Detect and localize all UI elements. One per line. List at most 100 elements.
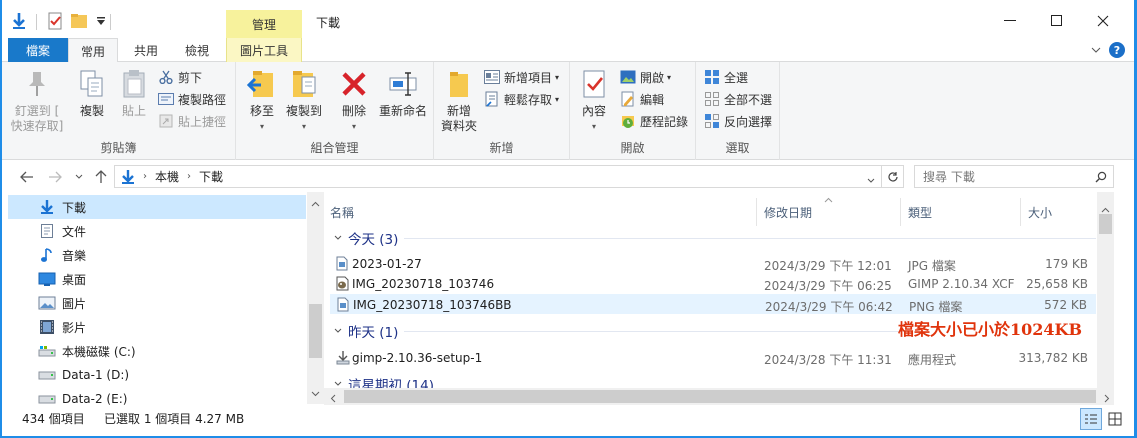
details-view-icon[interactable] xyxy=(1080,408,1102,430)
rename-button[interactable]: 重新命名 xyxy=(376,68,430,119)
nav-item-desktop[interactable]: 桌面 xyxy=(8,267,306,291)
file-row-xcf[interactable]: IMG_20230718_103746 2024/3/29 下午 06:25 G… xyxy=(330,274,1096,294)
properties-button[interactable]: 內容 ▾ xyxy=(576,68,612,134)
group-label-new: 新增 xyxy=(489,141,514,155)
nav-scrollbar[interactable] xyxy=(307,192,324,404)
customize-qa-icon[interactable] xyxy=(90,10,112,32)
select-none-button[interactable]: 全部不選 xyxy=(704,89,772,109)
horizontal-scrollbar[interactable] xyxy=(324,388,1114,405)
scroll-right-icon[interactable] xyxy=(1104,392,1110,406)
large-icons-view-icon[interactable] xyxy=(1104,408,1126,430)
new-folder-button[interactable]: 新增 資料夾 xyxy=(438,68,480,134)
new-item-button[interactable]: 新增項目 ▾ xyxy=(484,67,559,87)
file-row-png-selected[interactable]: IMG_20230718_103746BB 2024/3/29 下午 06:42… xyxy=(330,294,1096,314)
item-count: 434 個項目 xyxy=(22,412,85,426)
title-bar: 管理 下載 xyxy=(2,0,1134,38)
group-header-yesterday[interactable]: 昨天 (1) xyxy=(334,321,398,341)
pin-quick-access-button[interactable]: 釘選到 [ 快速存取] xyxy=(4,68,70,134)
cut-button[interactable]: 剪下 xyxy=(158,67,202,87)
file-list: 名稱 修改日期 類型 大小 今天 (3) 2023-01-27 2024/3/2… xyxy=(324,192,1114,392)
music-icon xyxy=(38,246,56,264)
scroll-down-icon[interactable] xyxy=(311,386,320,400)
new-folder-qa-icon[interactable] xyxy=(68,10,90,32)
history-icon xyxy=(620,113,636,129)
group-label-select: 選取 xyxy=(725,141,750,155)
copy-path-button[interactable]: 複製路徑 xyxy=(158,89,226,109)
manage-context-tab[interactable]: 管理 xyxy=(226,10,302,38)
easy-access-icon xyxy=(484,91,500,107)
group-label-organize: 組合管理 xyxy=(310,141,359,155)
nav-item-videos[interactable]: 影片 xyxy=(8,315,306,339)
scroll-left-icon[interactable] xyxy=(330,392,336,406)
recent-locations-icon[interactable] xyxy=(70,169,88,185)
forward-arrow-icon[interactable] xyxy=(46,169,64,185)
nav-scroll-thumb[interactable] xyxy=(309,304,322,358)
invert-selection-button[interactable]: 反向選擇 xyxy=(704,111,772,131)
move-to-button[interactable]: 移至 ▾ xyxy=(244,68,280,134)
svg-text:?: ? xyxy=(1114,44,1120,57)
tab-home[interactable]: 常用 xyxy=(68,38,118,63)
nav-item-drive-c[interactable]: 本機磁碟 (C:) xyxy=(8,339,306,363)
edit-button[interactable]: 編輯 xyxy=(620,89,664,109)
tab-view[interactable]: 檢視 xyxy=(172,38,222,62)
videos-icon xyxy=(38,318,56,336)
tab-share[interactable]: 共用 xyxy=(122,38,170,62)
properties-check-icon xyxy=(578,68,610,100)
easy-access-button[interactable]: 輕鬆存取 ▾ xyxy=(484,89,559,109)
ribbon-collapse-icon[interactable] xyxy=(1086,38,1106,62)
nav-item-downloads[interactable]: 下載 xyxy=(8,195,306,219)
delete-button[interactable]: 刪除 ▾ xyxy=(334,68,374,134)
horizontal-scroll-thumb[interactable] xyxy=(344,390,1096,403)
scroll-up-icon[interactable] xyxy=(311,196,320,210)
nav-item-music[interactable]: 音樂 xyxy=(8,243,306,267)
up-arrow-icon[interactable] xyxy=(92,169,110,185)
address-dropdown-icon[interactable] xyxy=(867,173,875,187)
column-header-name[interactable]: 名稱 xyxy=(330,200,354,224)
breadcrumb-this-pc[interactable]: 本機 xyxy=(155,168,179,185)
properties-qa-icon[interactable] xyxy=(44,10,66,32)
nav-item-pictures[interactable]: 圖片 xyxy=(8,291,306,315)
search-input[interactable]: 搜尋 下載 xyxy=(914,165,1114,188)
download-icon xyxy=(38,198,56,216)
content-scroll-thumb[interactable] xyxy=(1099,214,1112,234)
content-scrollbar[interactable] xyxy=(1097,192,1114,388)
address-bar[interactable]: › 本機 › 下載 xyxy=(114,165,904,188)
column-header-type[interactable]: 類型 xyxy=(908,200,932,224)
new-item-icon xyxy=(484,69,500,85)
maximize-button[interactable] xyxy=(1034,8,1080,34)
paste-button[interactable]: 貼上 xyxy=(116,68,152,119)
tab-picture-tools[interactable]: 圖片工具 xyxy=(226,38,302,62)
copy-to-icon xyxy=(288,68,320,100)
navigation-pane: 下載 文件 音樂 桌面 圖片 影片 本機磁碟 (C:) Data-1 (D:) … xyxy=(2,192,324,406)
nav-item-drive-d[interactable]: Data-1 (D:) xyxy=(8,363,306,387)
copy-to-button[interactable]: 複製到 ▾ xyxy=(284,68,324,134)
history-button[interactable]: 歷程記錄 xyxy=(620,111,688,131)
back-arrow-icon[interactable] xyxy=(18,169,36,185)
tab-file[interactable]: 檔案 xyxy=(8,38,68,62)
breadcrumb-separator-icon: › xyxy=(187,171,192,182)
close-button[interactable] xyxy=(1080,8,1126,34)
file-row-gimp-setup[interactable]: gimp-2.10.36-setup-1 2024/3/28 下午 11:31 … xyxy=(330,348,1096,368)
column-header-date[interactable]: 修改日期 xyxy=(764,200,812,224)
pictures-icon xyxy=(38,294,56,312)
group-header-today[interactable]: 今天 (3) xyxy=(334,228,398,248)
file-row-2023-01-27[interactable]: 2023-01-27 2024/3/29 下午 12:01 JPG 檔案 179… xyxy=(330,254,1096,274)
refresh-icon[interactable] xyxy=(881,166,903,187)
select-all-icon xyxy=(704,69,720,85)
help-icon[interactable]: ? xyxy=(1108,38,1126,62)
sort-chevron-icon xyxy=(824,192,833,206)
breadcrumb-downloads[interactable]: 下載 xyxy=(199,168,223,185)
open-button[interactable]: 開啟 ▾ xyxy=(620,67,671,87)
download-arrow-icon[interactable] xyxy=(8,10,30,32)
minimize-button[interactable] xyxy=(987,8,1033,34)
copy-button[interactable]: 複製 xyxy=(74,68,110,119)
ribbon-tabs: 檔案 常用 共用 檢視 圖片工具 ? xyxy=(2,38,1134,63)
column-header-size[interactable]: 大小 xyxy=(1028,200,1052,224)
gimp-xcf-file-icon xyxy=(336,276,350,292)
move-to-icon xyxy=(246,68,278,100)
select-all-button[interactable]: 全選 xyxy=(704,67,748,87)
png-file-icon xyxy=(337,297,351,313)
copy-icon xyxy=(76,68,108,100)
paste-shortcut-button[interactable]: 貼上捷徑 xyxy=(158,111,226,131)
nav-item-documents[interactable]: 文件 xyxy=(8,219,306,243)
